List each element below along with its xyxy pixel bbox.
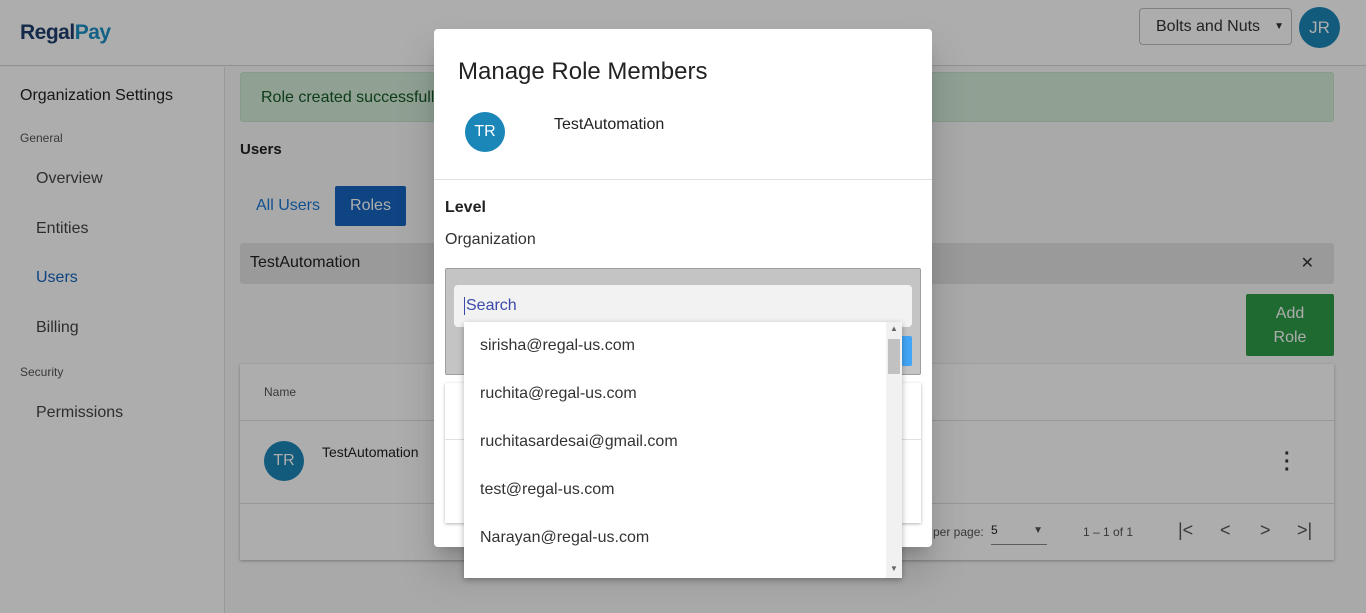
member-options-dropdown: sirisha@regal-us.com ruchita@regal-us.co… [464,322,902,578]
scroll-up-icon[interactable]: ▲ [890,324,898,333]
list-item[interactable]: ruchitasardesai@gmail.com [480,433,678,451]
list-item[interactable]: ruchita@regal-us.com [480,385,637,403]
scrollbar[interactable]: ▲ ▼ [886,322,902,578]
search-input[interactable]: Search [454,285,912,327]
list-item[interactable]: sirisha@regal-us.com [480,337,635,355]
level-label: Level [445,199,486,216]
scrollbar-thumb[interactable] [888,339,900,374]
list-item[interactable]: Narayan@regal-us.com [480,529,649,547]
level-value: Organization [445,231,536,248]
dialog-role-name: TestAutomation [554,116,665,133]
text-cursor [464,297,465,315]
list-item[interactable]: test@regal-us.com [480,481,615,499]
avatar: TR [465,112,505,152]
dialog-title: Manage Role Members [458,58,708,85]
divider [434,179,932,180]
scroll-down-icon[interactable]: ▼ [890,564,898,573]
